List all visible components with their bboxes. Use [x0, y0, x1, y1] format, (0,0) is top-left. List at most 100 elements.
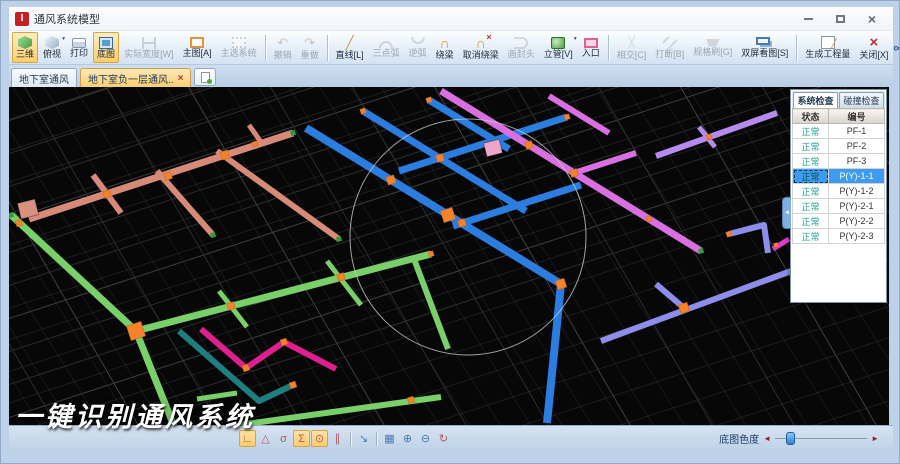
- generate-quantity-icon: [821, 36, 835, 49]
- actual-width-icon: [142, 37, 156, 49]
- toolbar-button-line[interactable]: 直线[L]: [332, 32, 368, 63]
- toolbar-button-print[interactable]: 打印: [66, 32, 92, 63]
- toolbar-button-spec-brush[interactable]: 规格刷[G]: [689, 32, 736, 63]
- duct-segment-orchid[interactable]: [574, 153, 636, 173]
- duct-id-cell: PF-3: [829, 154, 885, 169]
- duct-segment-purple[interactable]: [729, 225, 768, 253]
- main-system-icon: [232, 37, 246, 48]
- toolbar-button-dual-screen[interactable]: 双屏看图[S]: [737, 32, 792, 63]
- parallel-snap-button[interactable]: ∥: [329, 430, 346, 447]
- viewport-3d-canvas[interactable]: [9, 87, 889, 425]
- chroma-increase-arrow[interactable]: ►: [871, 434, 879, 443]
- dual-screen-icon: [756, 37, 770, 45]
- binoculars-icon: ∞: [893, 40, 900, 55]
- status-cell: 正常: [793, 199, 829, 214]
- break-icon: [663, 37, 677, 49]
- toolbar-button-label: 主图[A]: [183, 48, 212, 59]
- toolbar-button-beam-wrap[interactable]: 绕梁: [432, 32, 458, 63]
- duct-segment-green[interactable]: [136, 254, 431, 331]
- toolbar-button-riser[interactable]: 立管[V]▼: [540, 32, 577, 63]
- toolbar-button-label: 入口: [582, 48, 600, 59]
- pan-tool-button[interactable]: ↘: [355, 430, 372, 447]
- toolbar-button-inlet[interactable]: 入口: [578, 32, 604, 63]
- dropdown-arrow-icon[interactable]: ▼: [573, 36, 578, 42]
- close-button[interactable]: ×: [863, 11, 881, 27]
- panel-tab-collision-check[interactable]: 碰撞检查: [839, 92, 884, 108]
- duct-id-cell: P(Y)-2-3: [829, 229, 885, 244]
- panel-tab-system-check[interactable]: 系统检查: [793, 92, 838, 108]
- toolbar-button-view-3d[interactable]: 三维: [12, 32, 38, 63]
- toolbar-button-label: 主选系统: [221, 48, 257, 59]
- toolbar-button-label: 画封头: [508, 49, 535, 60]
- chroma-slider-thumb[interactable]: [786, 432, 795, 445]
- toolbar-button-main-drawing[interactable]: 主图[A]: [179, 32, 216, 63]
- undo-icon: [276, 35, 290, 50]
- panel-collapse-handle[interactable]: ◄: [782, 197, 791, 229]
- duct-id-cell: P(Y)-1-2: [829, 184, 885, 199]
- status-cell: 正常: [793, 229, 829, 244]
- chroma-decrease-arrow[interactable]: ◄: [763, 434, 771, 443]
- orbit-button[interactable]: ↻: [435, 430, 452, 447]
- duct-segment-green[interactable]: [414, 259, 448, 349]
- minimize-button[interactable]: [799, 11, 817, 27]
- fit-view-button[interactable]: ▦: [381, 430, 398, 447]
- duct-id-cell: PF-2: [829, 139, 885, 154]
- table-row[interactable]: 正常PF-1: [793, 124, 885, 139]
- pin-view-button[interactable]: [194, 68, 216, 86]
- table-row[interactable]: 正常P(Y)-1-2: [793, 184, 885, 199]
- toolbar-button-arc-reverse[interactable]: 逆弧: [405, 32, 431, 63]
- zoom-in-button[interactable]: ⊕: [399, 430, 416, 447]
- toolbar-button-break[interactable]: 打断[B]: [651, 32, 688, 63]
- node-snap-button[interactable]: σ: [275, 430, 292, 447]
- duct-segment-orchid[interactable]: [549, 96, 609, 133]
- status-cell: 正常: [793, 139, 829, 154]
- toolbar-button-arc-3pt[interactable]: 三点弧: [369, 32, 404, 63]
- toolbar-button-actual-width[interactable]: 实际宽度[W]: [120, 32, 178, 63]
- duct-id-cell: P(Y)-2-1: [829, 199, 885, 214]
- table-row[interactable]: 正常P(Y)-2-2: [793, 214, 885, 229]
- text-snap-button[interactable]: Σ: [293, 430, 310, 447]
- toolbar-button-label: 双屏看图[S]: [741, 48, 788, 59]
- table-row[interactable]: 正常PF-3: [793, 154, 885, 169]
- chroma-slider[interactable]: [775, 432, 867, 445]
- duct-segment-salmon[interactable]: [157, 171, 213, 235]
- toolbar-button-undo[interactable]: 撤销: [270, 32, 296, 63]
- center-snap-button[interactable]: ⊙: [311, 430, 328, 447]
- toolbar-button-base-map[interactable]: 底图: [93, 32, 119, 63]
- duct-id-cell: PF-1: [829, 124, 885, 139]
- angle-snap-button[interactable]: △: [257, 430, 274, 447]
- status-separator: [350, 432, 351, 446]
- tab-basement-b1-vent[interactable]: 地下室负一层通风..×: [80, 68, 191, 87]
- table-row[interactable]: 正常P(Y)-1-1: [793, 169, 885, 184]
- main-drawing-icon: [190, 37, 204, 48]
- toolbar-button-label: 关闭[X]: [859, 50, 888, 61]
- toolbar-button-intersect[interactable]: 相交[C]: [613, 32, 651, 63]
- duct-junction: [428, 251, 434, 257]
- toolbar-button-generate-quantity[interactable]: 生成工程量: [801, 32, 854, 63]
- maximize-button[interactable]: [831, 11, 849, 27]
- toolbar-button-end-cap[interactable]: 画封头: [504, 32, 539, 63]
- table-row[interactable]: 正常PF-2: [793, 139, 885, 154]
- duct-segment-teal[interactable]: [179, 331, 293, 401]
- toolbar-button-main-system[interactable]: 主选系统: [217, 32, 261, 63]
- toolbar-separator: [796, 35, 797, 61]
- beam-wrap-cancel-icon: [474, 35, 488, 50]
- duct-segment-blue[interactable]: [453, 185, 581, 226]
- toolbar-separator: [265, 35, 266, 61]
- toolbar-button-label: 实际宽度[W]: [124, 49, 174, 60]
- check-result-table: 状态编号 正常PF-1正常PF-2正常PF-3正常P(Y)-1-1正常P(Y)-…: [792, 108, 885, 244]
- toolbar-button-view-top[interactable]: 俯视▼: [39, 32, 65, 63]
- basemap-chroma-control: 底图色度 ◄ ►: [719, 431, 893, 446]
- tab-close-icon[interactable]: ×: [178, 73, 184, 84]
- duct-segment-salmon[interactable]: [217, 151, 339, 239]
- table-row[interactable]: 正常P(Y)-2-3: [793, 229, 885, 244]
- toolbar-button-close-doc[interactable]: 关闭[X]: [855, 32, 892, 63]
- duct-segment-blue[interactable]: [399, 117, 567, 171]
- tab-basement-vent[interactable]: 地下室通风: [11, 68, 77, 87]
- toolbar-button-label: 重做: [301, 50, 319, 61]
- toolbar-button-beam-wrap-cancel[interactable]: 取消绕梁: [459, 32, 503, 63]
- duct-segment-pink[interactable]: [201, 329, 336, 369]
- toolbar-button-redo[interactable]: 重做: [297, 32, 323, 63]
- zoom-out-button[interactable]: ⊖: [417, 430, 434, 447]
- table-row[interactable]: 正常P(Y)-2-1: [793, 199, 885, 214]
